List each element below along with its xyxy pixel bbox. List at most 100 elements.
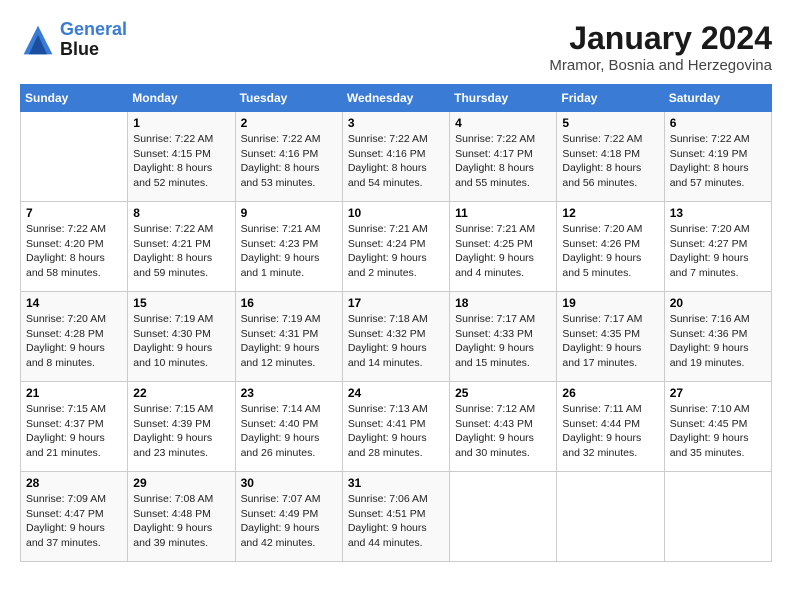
calendar-cell: 5Sunrise: 7:22 AMSunset: 4:18 PMDaylight… [557,112,664,202]
day-number: 17 [348,296,444,310]
day-info: Sunrise: 7:22 AMSunset: 4:16 PMDaylight:… [348,132,444,191]
calendar-cell: 4Sunrise: 7:22 AMSunset: 4:17 PMDaylight… [450,112,557,202]
day-info: Sunrise: 7:21 AMSunset: 4:25 PMDaylight:… [455,222,551,281]
calendar-cell [21,112,128,202]
day-info: Sunrise: 7:22 AMSunset: 4:15 PMDaylight:… [133,132,229,191]
day-info: Sunrise: 7:06 AMSunset: 4:51 PMDaylight:… [348,492,444,551]
day-number: 1 [133,116,229,130]
day-number: 7 [26,206,122,220]
calendar-cell: 15 Sunrise: 7:19 AMSunset: 4:30 PMDayligh… [128,292,235,382]
calendar-cell: 30 Sunrise: 7:07 AMSunset: 4:49 PMDayligh… [235,472,342,562]
calendar-cell: 7Sunrise: 7:22 AMSunset: 4:20 PMDaylight… [21,202,128,292]
calendar-cell: 16 Sunrise: 7:19 AMSunset: 4:31 PMDayligh… [235,292,342,382]
day-info: Sunrise: 7:20 AMSunset: 4:27 PMDaylight:… [670,222,766,281]
calendar-cell: 3Sunrise: 7:22 AMSunset: 4:16 PMDaylight… [342,112,449,202]
logo: General Blue [20,20,127,60]
day-number: 25 [455,386,551,400]
calendar-cell: 11 Sunrise: 7:21 AMSunset: 4:25 PMDayligh… [450,202,557,292]
calendar-cell: 31Sunrise: 7:06 AMSunset: 4:51 PMDayligh… [342,472,449,562]
location-title: Mramor, Bosnia and Herzegovina [549,57,772,74]
day-info: Sunrise: 7:22 AMSunset: 4:17 PMDaylight:… [455,132,551,191]
day-info: Sunrise: 7:16 AMSunset: 4:36 PMDaylight:… [670,312,766,371]
day-info: Sunrise: 7:15 AMSunset: 4:39 PMDaylight:… [133,402,229,461]
day-info: Sunrise: 7:22 AMSunset: 4:19 PMDaylight:… [670,132,766,191]
day-number: 23 [241,386,337,400]
day-info: Sunrise: 7:11 AMSunset: 4:44 PMDaylight:… [562,402,658,461]
calendar-cell: 6 Sunrise: 7:22 AMSunset: 4:19 PMDaylight… [664,112,771,202]
calendar-cell: 25 Sunrise: 7:12 AMSunset: 4:43 PMDayligh… [450,382,557,472]
calendar-cell [450,472,557,562]
weekday-header: Sunday [21,85,128,112]
calendar-cell: 2 Sunrise: 7:22 AMSunset: 4:16 PMDaylight… [235,112,342,202]
day-number: 21 [26,386,122,400]
calendar-cell: 28 Sunrise: 7:09 AMSunset: 4:47 PMDayligh… [21,472,128,562]
day-info: Sunrise: 7:14 AMSunset: 4:40 PMDaylight:… [241,402,337,461]
day-number: 24 [348,386,444,400]
day-info: Sunrise: 7:19 AMSunset: 4:30 PMDaylight:… [133,312,229,371]
calendar-cell: 22 Sunrise: 7:15 AMSunset: 4:39 PMDayligh… [128,382,235,472]
day-number: 30 [241,476,337,490]
calendar-cell: 27 Sunrise: 7:10 AMSunset: 4:45 PMDayligh… [664,382,771,472]
day-number: 22 [133,386,229,400]
day-number: 9 [241,206,337,220]
day-info: Sunrise: 7:22 AMSunset: 4:16 PMDaylight:… [241,132,337,191]
day-number: 13 [670,206,766,220]
weekday-header: Thursday [450,85,557,112]
day-info: Sunrise: 7:18 AMSunset: 4:32 PMDaylight:… [348,312,444,371]
day-info: Sunrise: 7:08 AMSunset: 4:48 PMDaylight:… [133,492,229,551]
calendar-cell: 29 Sunrise: 7:08 AMSunset: 4:48 PMDayligh… [128,472,235,562]
day-number: 15 [133,296,229,310]
calendar-cell: 10Sunrise: 7:21 AMSunset: 4:24 PMDayligh… [342,202,449,292]
calendar-cell: 17 Sunrise: 7:18 AMSunset: 4:32 PMDayligh… [342,292,449,382]
day-number: 5 [562,116,658,130]
calendar-cell: 18Sunrise: 7:17 AMSunset: 4:33 PMDayligh… [450,292,557,382]
day-info: Sunrise: 7:22 AMSunset: 4:21 PMDaylight:… [133,222,229,281]
day-info: Sunrise: 7:15 AMSunset: 4:37 PMDaylight:… [26,402,122,461]
calendar-body: 1 Sunrise: 7:22 AMSunset: 4:15 PMDaylight… [21,112,772,562]
day-number: 8 [133,206,229,220]
day-number: 28 [26,476,122,490]
day-info: Sunrise: 7:19 AMSunset: 4:31 PMDaylight:… [241,312,337,371]
calendar-cell: 24Sunrise: 7:13 AMSunset: 4:41 PMDayligh… [342,382,449,472]
calendar-cell: 13 Sunrise: 7:20 AMSunset: 4:27 PMDayligh… [664,202,771,292]
day-number: 14 [26,296,122,310]
day-info: Sunrise: 7:07 AMSunset: 4:49 PMDaylight:… [241,492,337,551]
calendar-cell: 26 Sunrise: 7:11 AMSunset: 4:44 PMDayligh… [557,382,664,472]
day-number: 29 [133,476,229,490]
weekday-header: Friday [557,85,664,112]
day-info: Sunrise: 7:21 AMSunset: 4:23 PMDaylight:… [241,222,337,281]
day-number: 12 [562,206,658,220]
day-info: Sunrise: 7:10 AMSunset: 4:45 PMDaylight:… [670,402,766,461]
day-number: 26 [562,386,658,400]
day-info: Sunrise: 7:12 AMSunset: 4:43 PMDaylight:… [455,402,551,461]
day-number: 11 [455,206,551,220]
calendar-cell: 12Sunrise: 7:20 AMSunset: 4:26 PMDayligh… [557,202,664,292]
weekday-header: Saturday [664,85,771,112]
calendar-cell: 8 Sunrise: 7:22 AMSunset: 4:21 PMDaylight… [128,202,235,292]
weekday-header: Wednesday [342,85,449,112]
calendar-cell: 21 Sunrise: 7:15 AMSunset: 4:37 PMDayligh… [21,382,128,472]
day-number: 6 [670,116,766,130]
calendar-cell: 19 Sunrise: 7:17 AMSunset: 4:35 PMDayligh… [557,292,664,382]
page-header: General Blue January 2024 Mramor, Bosnia… [20,20,772,74]
calendar-cell [557,472,664,562]
day-info: Sunrise: 7:20 AMSunset: 4:28 PMDaylight:… [26,312,122,371]
logo-icon [20,22,56,58]
calendar-header: SundayMondayTuesdayWednesdayThursdayFrid… [21,85,772,112]
day-number: 18 [455,296,551,310]
day-number: 16 [241,296,337,310]
calendar-cell: 23 Sunrise: 7:14 AMSunset: 4:40 PMDayligh… [235,382,342,472]
day-number: 27 [670,386,766,400]
day-number: 20 [670,296,766,310]
day-info: Sunrise: 7:21 AMSunset: 4:24 PMDaylight:… [348,222,444,281]
calendar-cell [664,472,771,562]
calendar-cell: 9 Sunrise: 7:21 AMSunset: 4:23 PMDaylight… [235,202,342,292]
day-info: Sunrise: 7:09 AMSunset: 4:47 PMDaylight:… [26,492,122,551]
day-info: Sunrise: 7:17 AMSunset: 4:35 PMDaylight:… [562,312,658,371]
day-number: 19 [562,296,658,310]
title-block: January 2024 Mramor, Bosnia and Herzegov… [549,20,772,74]
calendar-cell: 14 Sunrise: 7:20 AMSunset: 4:28 PMDayligh… [21,292,128,382]
calendar-table: SundayMondayTuesdayWednesdayThursdayFrid… [20,84,772,562]
calendar-cell: 1 Sunrise: 7:22 AMSunset: 4:15 PMDaylight… [128,112,235,202]
day-number: 2 [241,116,337,130]
